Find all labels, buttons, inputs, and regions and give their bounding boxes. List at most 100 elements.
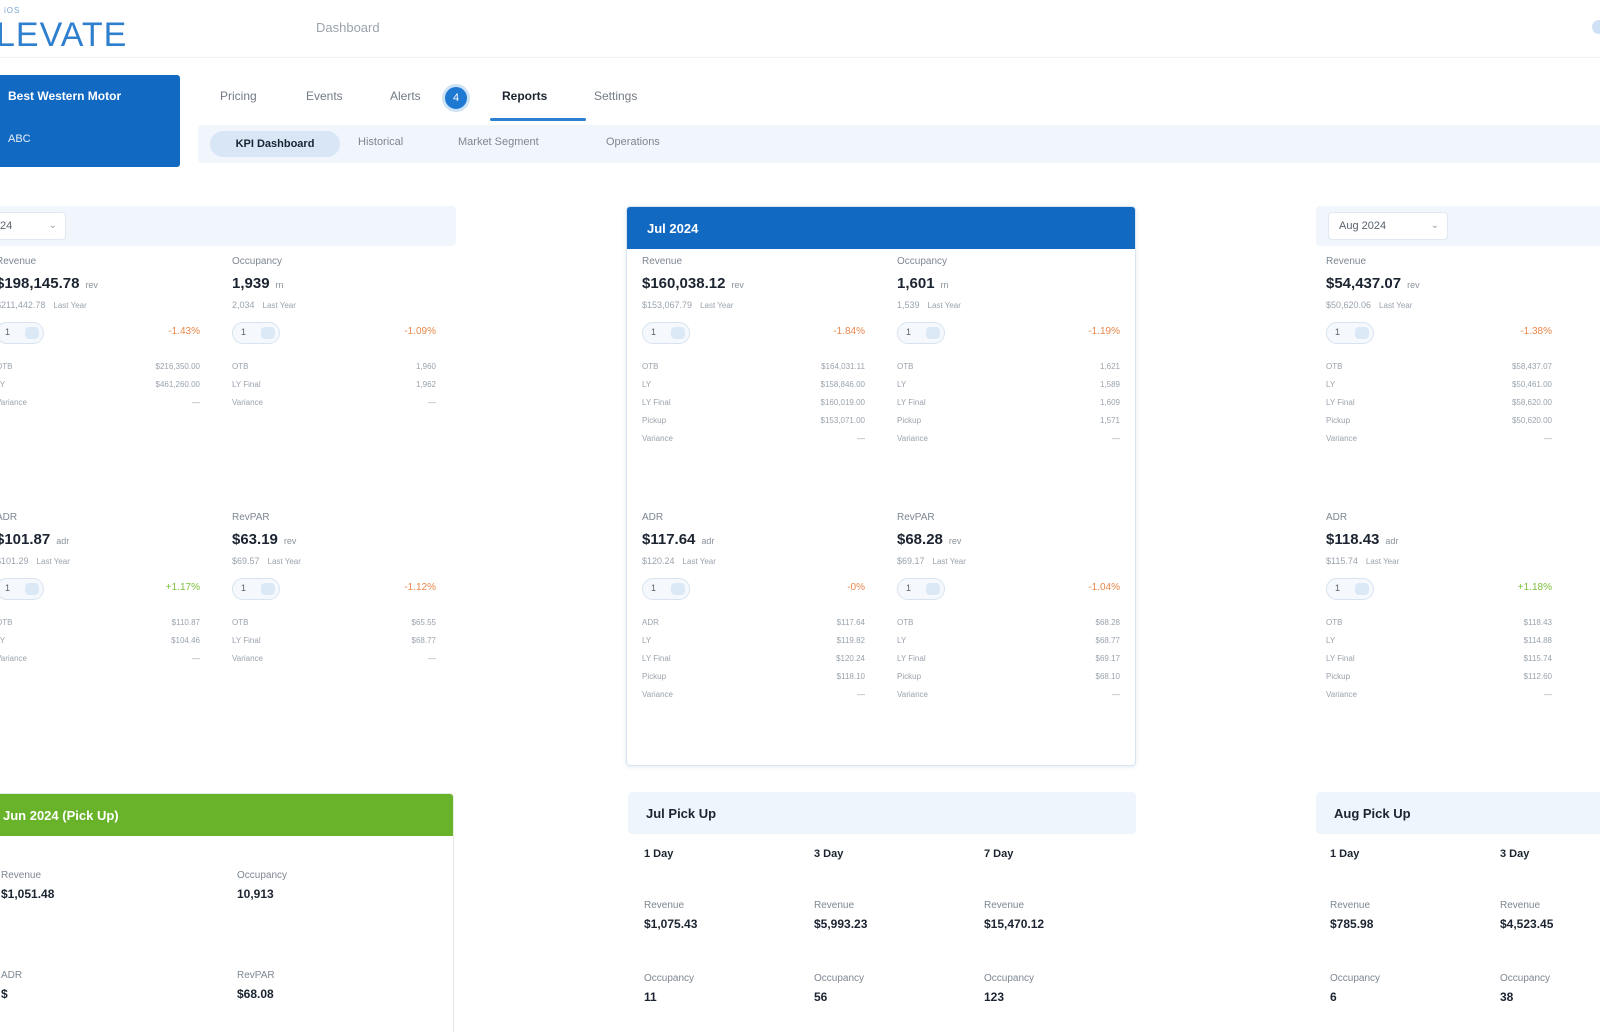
pickup-rev-value: $15,470.12 bbox=[984, 917, 1045, 931]
metric-detail-label: Variance bbox=[232, 654, 263, 663]
metric-detail-row: Variance — bbox=[232, 398, 450, 416]
tab-pricing[interactable]: Pricing bbox=[220, 89, 257, 103]
metric-change-percent: -1.84% bbox=[833, 326, 865, 337]
metric-detail-value: $50,620.00 bbox=[1511, 416, 1552, 425]
metric-detail-row: OTB $216,350.00 bbox=[0, 362, 214, 380]
jul-metric-occupancy: Occupancy 1,601 rn 1,539 Last Year 1 -1.19% OTB… bbox=[897, 256, 1134, 452]
jun-pickup-card: Jun 2024 (Pick Up) Revenue $1,051.48 Occ… bbox=[0, 793, 454, 1032]
metric-detail-row: Variance — bbox=[1326, 690, 1566, 708]
tab-events[interactable]: Events bbox=[306, 89, 343, 103]
metric-detail-value: $115.74 bbox=[1523, 654, 1552, 663]
metric-detail-label: Variance bbox=[1326, 690, 1357, 699]
compare-toggle[interactable]: 1 bbox=[0, 578, 44, 600]
pickup-occ-label: Occupancy bbox=[644, 973, 695, 984]
pickup-rev-value: $5,993.23 bbox=[814, 917, 868, 931]
aug-month-select[interactable]: Aug 2024 ⌄ bbox=[1328, 212, 1448, 240]
jul-month-title[interactable]: Jul 2024 bbox=[627, 207, 1135, 249]
metric-value: $101.87 adr bbox=[0, 531, 214, 548]
metric-detail-label: LY bbox=[0, 636, 6, 645]
metric-detail-row: Variance — bbox=[642, 434, 879, 452]
tab-reports[interactable]: Reports bbox=[502, 89, 547, 103]
toggle-value: 1 bbox=[241, 327, 247, 337]
aug-pickup-col: 1 Day Revenue $785.98 Occupancy 6 bbox=[1330, 848, 1490, 1004]
aug-metric-revenue: Revenue $54,437.07 rev $50,620.06 Last Year 1… bbox=[1326, 256, 1566, 452]
compare-toggle[interactable]: 1 bbox=[1326, 578, 1374, 600]
subtab-kpi-dashboard[interactable]: KPI Dashboard bbox=[210, 131, 340, 157]
metric-value-text: 1,601 bbox=[897, 275, 935, 292]
metric-change-percent: -1.19% bbox=[1088, 326, 1120, 337]
subtab-market-segment[interactable]: Market Segment bbox=[458, 136, 539, 148]
compare-toggle[interactable]: 1 bbox=[232, 322, 280, 344]
metric-value-text: $63.19 bbox=[232, 531, 278, 548]
metric-details: OTB $164,031.11 LY $158,846.00 LY Final $160,… bbox=[642, 362, 879, 452]
app-logo[interactable]: iOS LEVATE bbox=[0, 6, 136, 54]
toggle-knob-icon bbox=[25, 327, 39, 339]
metric-detail-row: Variance — bbox=[232, 654, 450, 672]
compare-toggle[interactable]: 1 bbox=[0, 322, 44, 344]
pickup-day: 7 Day bbox=[984, 848, 1014, 860]
metric-details: OTB 1,621 LY 1,589 LY Final 1,609 Pickup 1,571 V… bbox=[897, 362, 1134, 452]
metric-detail-label: Pickup bbox=[1326, 672, 1351, 681]
metric-detail-value: 1,962 bbox=[415, 380, 436, 389]
compare-toggle[interactable]: 1 bbox=[897, 578, 945, 600]
compare-toggle[interactable]: 1 bbox=[1326, 322, 1374, 344]
metric-value: $198,145.78 rev bbox=[0, 275, 214, 292]
green-item-label: RevPAR bbox=[237, 970, 275, 981]
metric-controls: 1 -1.38% bbox=[1326, 322, 1566, 348]
tab-settings[interactable]: Settings bbox=[594, 89, 637, 103]
metric-change-percent: +1.18% bbox=[1517, 582, 1552, 593]
sub-nav: KPI Dashboard Historical Market Segment … bbox=[198, 125, 1600, 163]
metric-unit: rn bbox=[940, 280, 949, 290]
metric-detail-value: $119.82 bbox=[836, 636, 865, 645]
metric-details: OTB $58,437.07 LY $50,461.00 LY Final $58,620… bbox=[1326, 362, 1566, 452]
metric-label: Occupancy bbox=[897, 256, 948, 267]
metric-detail-row: LY $158,846.00 bbox=[642, 380, 879, 398]
tab-alerts[interactable]: Alerts bbox=[390, 89, 421, 103]
metric-detail-row: LY Final 1,609 bbox=[897, 398, 1134, 416]
metric-detail-label: LY bbox=[0, 380, 6, 389]
pickup-rev-label: Revenue bbox=[814, 900, 855, 911]
metric-unit: adr bbox=[56, 536, 70, 546]
metric-detail-row: Variance — bbox=[0, 398, 214, 416]
metric-detail-label: Variance bbox=[897, 690, 928, 699]
jul-pickup-header: Jul Pick Up bbox=[628, 792, 1136, 834]
metric-unit: rev bbox=[1407, 280, 1420, 290]
metric-detail-label: Variance bbox=[1326, 434, 1357, 443]
user-avatar-icon[interactable] bbox=[1592, 20, 1600, 34]
subtab-historical[interactable]: Historical bbox=[358, 136, 403, 148]
metric-ly-value: $115.74 bbox=[1326, 556, 1358, 566]
toggle-value: 1 bbox=[651, 327, 657, 337]
metric-ly-tag: Last Year bbox=[53, 301, 87, 310]
jun-month-select[interactable]: Jun 2024 ⌄ bbox=[0, 212, 66, 240]
compare-toggle[interactable]: 1 bbox=[897, 322, 945, 344]
metric-detail-row: Variance — bbox=[897, 690, 1134, 708]
aug-pickup-col: 3 Day Revenue $4,523.45 Occupancy 38 bbox=[1500, 848, 1600, 1004]
metric-detail-row: Pickup $153,071.00 bbox=[642, 416, 879, 434]
jun-metric-occupancy: Occupancy 1,939 rn 2,034 Last Year 1 -1.09% OTB… bbox=[232, 256, 450, 416]
metric-value-text: 1,939 bbox=[232, 275, 270, 292]
subtab-operations[interactable]: Operations bbox=[606, 136, 660, 148]
metric-ly-value: $120.24 bbox=[642, 556, 675, 566]
metric-detail-row: OTB 1,621 bbox=[897, 362, 1134, 380]
compare-toggle[interactable]: 1 bbox=[642, 578, 690, 600]
metric-ly-value: $50,620.06 bbox=[1326, 300, 1372, 310]
metric-detail-value: $104.46 bbox=[171, 636, 200, 645]
metric-detail-value: 1,609 bbox=[1099, 398, 1120, 407]
metric-unit: rev bbox=[731, 280, 744, 290]
metric-detail-value: — bbox=[1544, 434, 1552, 443]
compare-toggle[interactable]: 1 bbox=[642, 322, 690, 344]
hotel-selector[interactable]: Best Western Motor ABC bbox=[0, 75, 180, 167]
metric-detail-label: OTB bbox=[0, 362, 13, 371]
metric-last-year: $69.17 Last Year bbox=[897, 556, 1134, 566]
pickup-occ-label: Occupancy bbox=[984, 973, 1035, 984]
metric-detail-row: Pickup 1,571 bbox=[897, 416, 1134, 434]
compare-toggle[interactable]: 1 bbox=[232, 578, 280, 600]
metric-detail-value: $120.24 bbox=[836, 654, 865, 663]
metric-detail-label: LY bbox=[897, 636, 907, 645]
metric-details: OTB 1,960 LY Final 1,962 Variance — bbox=[232, 362, 450, 416]
alerts-count-badge[interactable]: 4 bbox=[442, 84, 470, 112]
metric-detail-row: OTB $118.43 bbox=[1326, 618, 1566, 636]
metric-detail-label: Variance bbox=[232, 398, 263, 407]
toggle-value: 1 bbox=[5, 327, 11, 337]
metric-controls: 1 -1.04% bbox=[897, 578, 1134, 604]
